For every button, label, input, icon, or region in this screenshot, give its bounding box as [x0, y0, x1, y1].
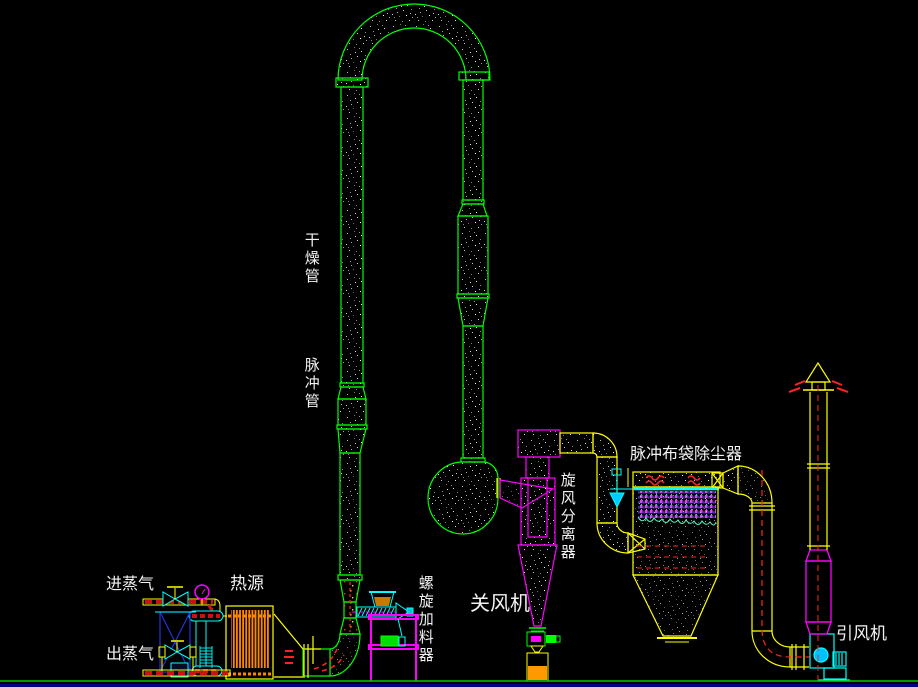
filter-housing: [633, 487, 718, 575]
bag-filter: [610, 466, 738, 642]
rain-cap: [806, 363, 830, 382]
fan-motor: [833, 652, 846, 666]
inlet-elbow: [330, 634, 360, 676]
air-heater: [226, 606, 303, 679]
u-bend: [338, 4, 490, 80]
rotary-airlock-valve: [527, 628, 560, 652]
drying-pipe-section: [341, 87, 363, 383]
feed-hopper: [369, 592, 396, 607]
label-rotary-airlock: 关风机: [470, 594, 530, 615]
feeder-motor: [381, 619, 405, 646]
feeder-stand: [369, 615, 418, 681]
cyclone-top-box: [518, 430, 560, 457]
cyclone-inlet-elbow: [428, 462, 498, 534]
label-screw-feeder: 螺旋加料器: [417, 575, 433, 665]
label-drying-pipe: 干燥管: [303, 232, 319, 286]
product-container: [527, 653, 548, 681]
stack-silencer: [806, 550, 831, 634]
steam-inlet-valve: [163, 587, 188, 606]
screw-feeder: [352, 592, 418, 681]
label-induced-fan: 引风机: [836, 625, 887, 643]
steam-station: [143, 585, 230, 677]
fan-base: [824, 668, 846, 679]
filter-outlet-duct: [738, 466, 810, 670]
airlock-motor: [546, 635, 556, 643]
label-pulse-pipe: 脉冲管: [303, 357, 319, 411]
label-bag-filter: 脉冲布袋除尘器: [630, 447, 742, 464]
label-steam-inlet: 进蒸气: [106, 577, 154, 594]
label-steam-outlet: 出蒸气: [106, 647, 154, 664]
label-heat-source: 热源: [230, 575, 264, 593]
label-cyclone: 旋风分离器: [559, 472, 575, 562]
u-pipe-drying-loop: [303, 4, 498, 676]
filter-top-plate: [633, 472, 720, 487]
cyclone-body: [521, 478, 555, 545]
filter-hopper-cone: [633, 575, 718, 636]
cad-canvas[interactable]: 干燥管 脉冲管 旋风分离器 脉冲布袋除尘器 关风机 螺旋加料器 引风机 进蒸气 …: [0, 0, 918, 687]
pulse-pipe-section: [338, 399, 366, 425]
